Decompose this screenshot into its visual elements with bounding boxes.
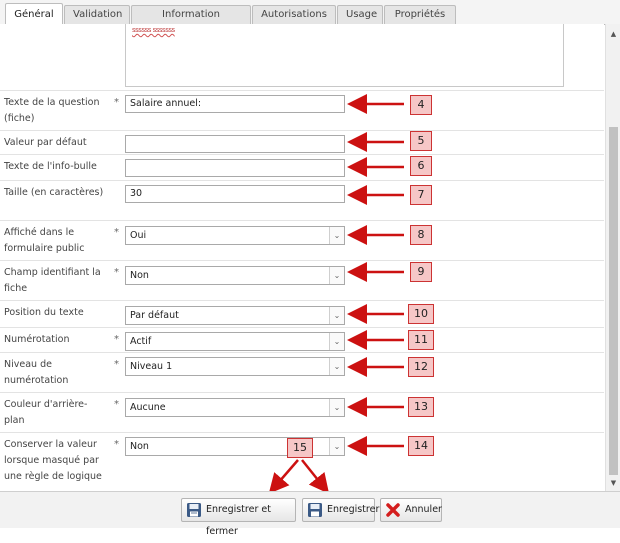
- callout-6: 6: [410, 156, 432, 176]
- callout-14: 14: [408, 436, 434, 456]
- callout-7: 7: [410, 185, 432, 205]
- callout-8: 8: [410, 225, 432, 245]
- callout-12: 12: [408, 357, 434, 377]
- callout-10: 10: [408, 304, 434, 324]
- save-label: Enregistrer: [327, 504, 380, 515]
- callout-11: 11: [408, 330, 434, 350]
- callout-4: 4: [410, 95, 432, 115]
- save-and-close-button[interactable]: Enregistrer et fermer: [181, 498, 296, 537]
- cancel-button[interactable]: Annuler: [380, 498, 442, 522]
- save-and-close-label: Enregistrer et fermer: [206, 504, 271, 537]
- cancel-label: Annuler: [405, 504, 442, 515]
- arrow-15-left: [268, 459, 299, 494]
- callout-5: 5: [410, 131, 432, 151]
- footer-bar: Enregistrer et fermer Enregistrer Annule…: [0, 491, 620, 537]
- callout-15: 15: [287, 438, 313, 458]
- callout-13: 13: [408, 397, 434, 417]
- callout-9: 9: [410, 262, 432, 282]
- arrow-15-right: [301, 459, 330, 494]
- close-icon: [386, 503, 400, 517]
- save-button[interactable]: Enregistrer: [302, 498, 379, 522]
- save-icon: [308, 503, 322, 517]
- save-close-icon: [187, 503, 201, 517]
